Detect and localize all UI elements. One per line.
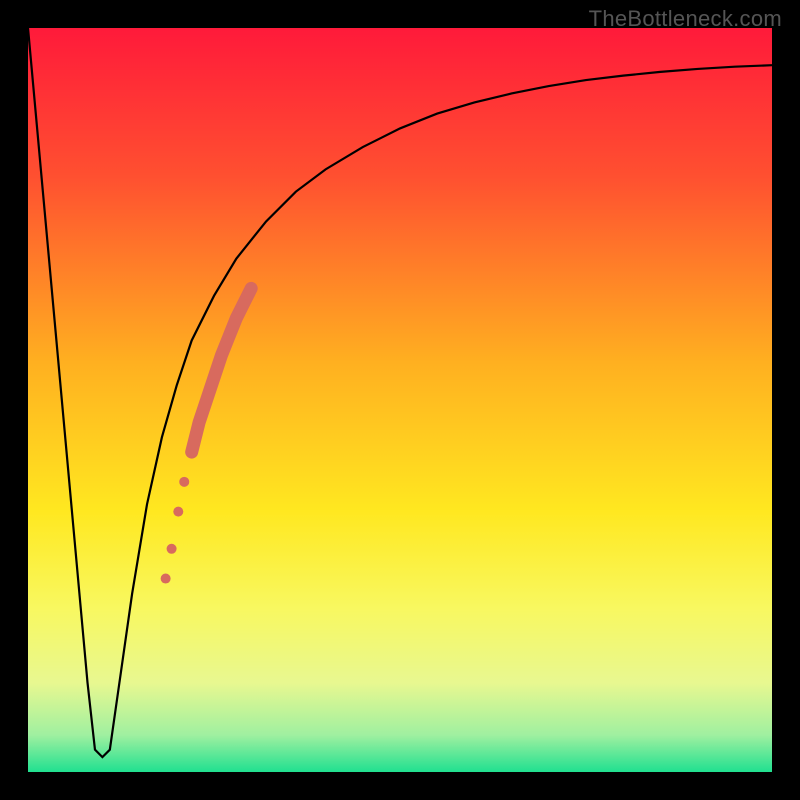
marker-dot (161, 574, 171, 584)
marker-dot (173, 507, 183, 517)
marker-dot (179, 477, 189, 487)
chart-container: TheBottleneck.com (0, 0, 800, 800)
plot-area (28, 28, 772, 772)
chart-svg (28, 28, 772, 772)
watermark-text: TheBottleneck.com (589, 6, 782, 32)
marker-dot (167, 544, 177, 554)
gradient-background (28, 28, 772, 772)
